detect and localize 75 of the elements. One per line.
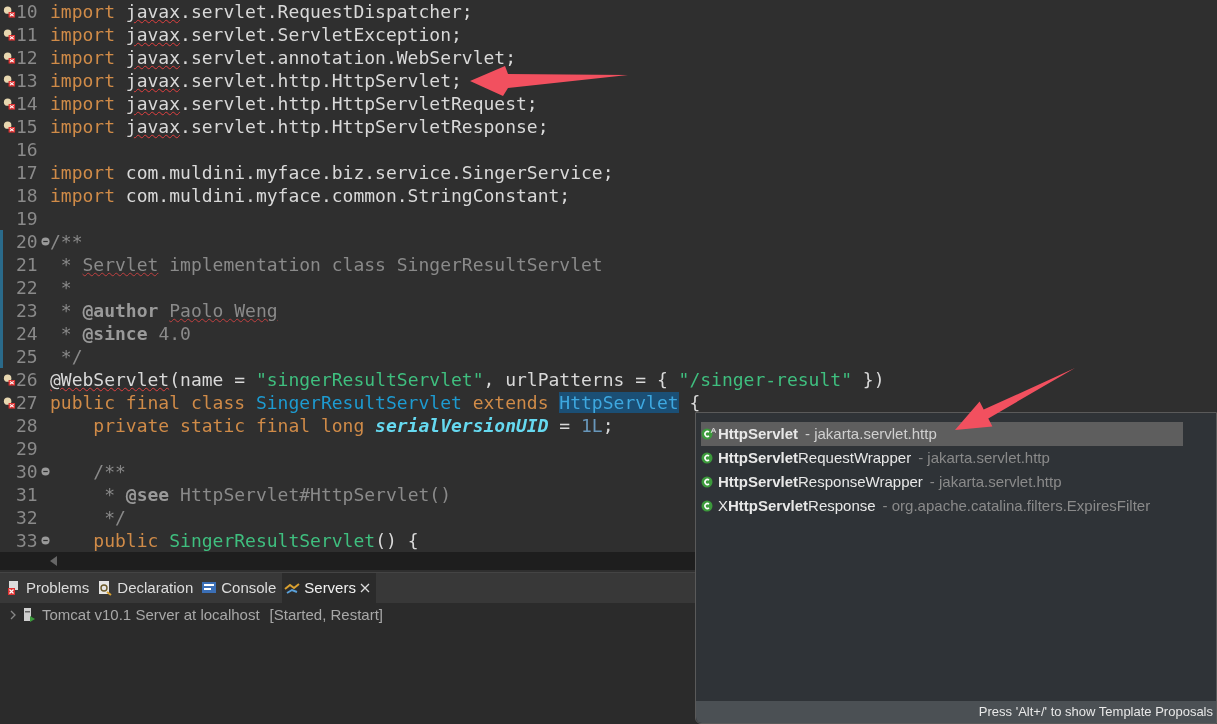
line-number: 15 [16, 115, 39, 138]
class-icon [701, 427, 716, 441]
error-marker-icon [3, 96, 16, 111]
servers-icon [284, 580, 301, 596]
line-number: 11 [16, 23, 39, 46]
code-line: */ [59, 345, 83, 368]
fold-icon[interactable] [40, 536, 50, 545]
line-number: 19 [16, 207, 39, 230]
fold-icon[interactable] [40, 467, 50, 476]
line-number: 24 [16, 322, 39, 345]
code-line: /** [92, 460, 126, 483]
panel-tab[interactable]: Declaration [95, 573, 200, 603]
code-line: import javax.servlet.http.HttpServletRequest; [50, 92, 538, 115]
proposal-item[interactable]: HttpServletResponseWrapper - jakarta.servlet.http [701, 470, 1183, 494]
server-name[interactable]: Tomcat v10.1 Server at localhost [42, 603, 260, 627]
code-line: private static final long serialVersionUID = 1L; [92, 414, 614, 437]
error-marker-icon [3, 372, 16, 387]
fold-icon[interactable] [40, 237, 50, 246]
line-number: 12 [16, 46, 39, 69]
code-line: import javax.servlet.http.HttpServletResponse; [50, 115, 549, 138]
error-marker-icon [3, 395, 16, 410]
panel-tab[interactable]: Problems [4, 573, 96, 603]
error-marker-icon [3, 73, 16, 88]
server-icon [22, 607, 36, 623]
error-marker-icon [3, 50, 16, 65]
line-number: 10 [16, 0, 39, 23]
line-number: 25 [16, 345, 39, 368]
chevron-right-icon[interactable] [10, 610, 16, 620]
line-number: 28 [16, 414, 39, 437]
code-line: * @see HttpServlet#HttpServlet() [103, 483, 451, 506]
code-line: public SingerResultServlet() { [92, 529, 419, 552]
code-line: * @since 4.0 [59, 322, 191, 345]
line-number: 31 [16, 483, 39, 506]
error-marker-icon [3, 119, 16, 134]
proposal-item[interactable]: XHttpServletResponse - org.apache.catalina.filters.ExpiresFilter [701, 494, 1183, 518]
line-number: 13 [16, 69, 39, 92]
line-number: 16 [16, 138, 39, 161]
line-number: 22 [16, 276, 39, 299]
code-line: import javax.servlet.ServletException; [50, 23, 462, 46]
line-number: 23 [16, 299, 39, 322]
panel-tab[interactable]: Console [199, 573, 283, 603]
line-number: 33 [16, 529, 39, 552]
code-line: import javax.servlet.annotation.WebServlet; [50, 46, 516, 69]
proposal-item[interactable]: HttpServletRequestWrapper - jakarta.servlet.http [701, 446, 1183, 470]
error-marker-icon [3, 27, 16, 42]
code-line: /** [50, 230, 83, 253]
line-number: 21 [16, 253, 39, 276]
code-line: import javax.servlet.http.HttpServlet; [50, 69, 462, 92]
code-line: public final class SingerResultServlet extends HttpServlet { [50, 391, 701, 414]
line-number: 14 [16, 92, 39, 115]
proposal-item[interactable]: HttpServlet - jakarta.servlet.http [701, 422, 1183, 446]
line-number: 30 [16, 460, 39, 483]
code-line: import javax.servlet.RequestDispatcher; [50, 0, 473, 23]
code-line: @WebServlet(name = "singerResultServlet", urlPatterns = { "/singer-result" }) [50, 368, 885, 391]
code-line: * [59, 276, 72, 299]
line-number: 18 [16, 184, 39, 207]
line-number: 20 [16, 230, 39, 253]
line-number: 26 [16, 368, 39, 391]
code-line: import com.muldini.myface.common.StringConstant; [50, 184, 571, 207]
line-number: 29 [16, 437, 39, 460]
scroll-left-icon[interactable] [50, 556, 58, 566]
error-marker-icon [3, 4, 16, 19]
code-line: * @author Paolo Weng [59, 299, 278, 322]
line-number: 17 [16, 161, 39, 184]
close-icon[interactable] [359, 583, 370, 593]
code-line: * Servlet implementation class SingerResultServlet [59, 253, 603, 276]
panel-tab[interactable]: Servers [282, 573, 376, 603]
code-line: import com.muldini.myface.biz.service.SingerService; [50, 161, 614, 184]
server-status: [Started, Restart] [269, 604, 383, 625]
declaration-icon [97, 580, 114, 596]
line-number: 32 [16, 506, 39, 529]
console-icon [201, 580, 218, 596]
popup-hint: Press 'Alt+/' to show Template Proposals [978, 703, 1213, 722]
line-number: 27 [16, 391, 39, 414]
code-line: */ [103, 506, 126, 529]
